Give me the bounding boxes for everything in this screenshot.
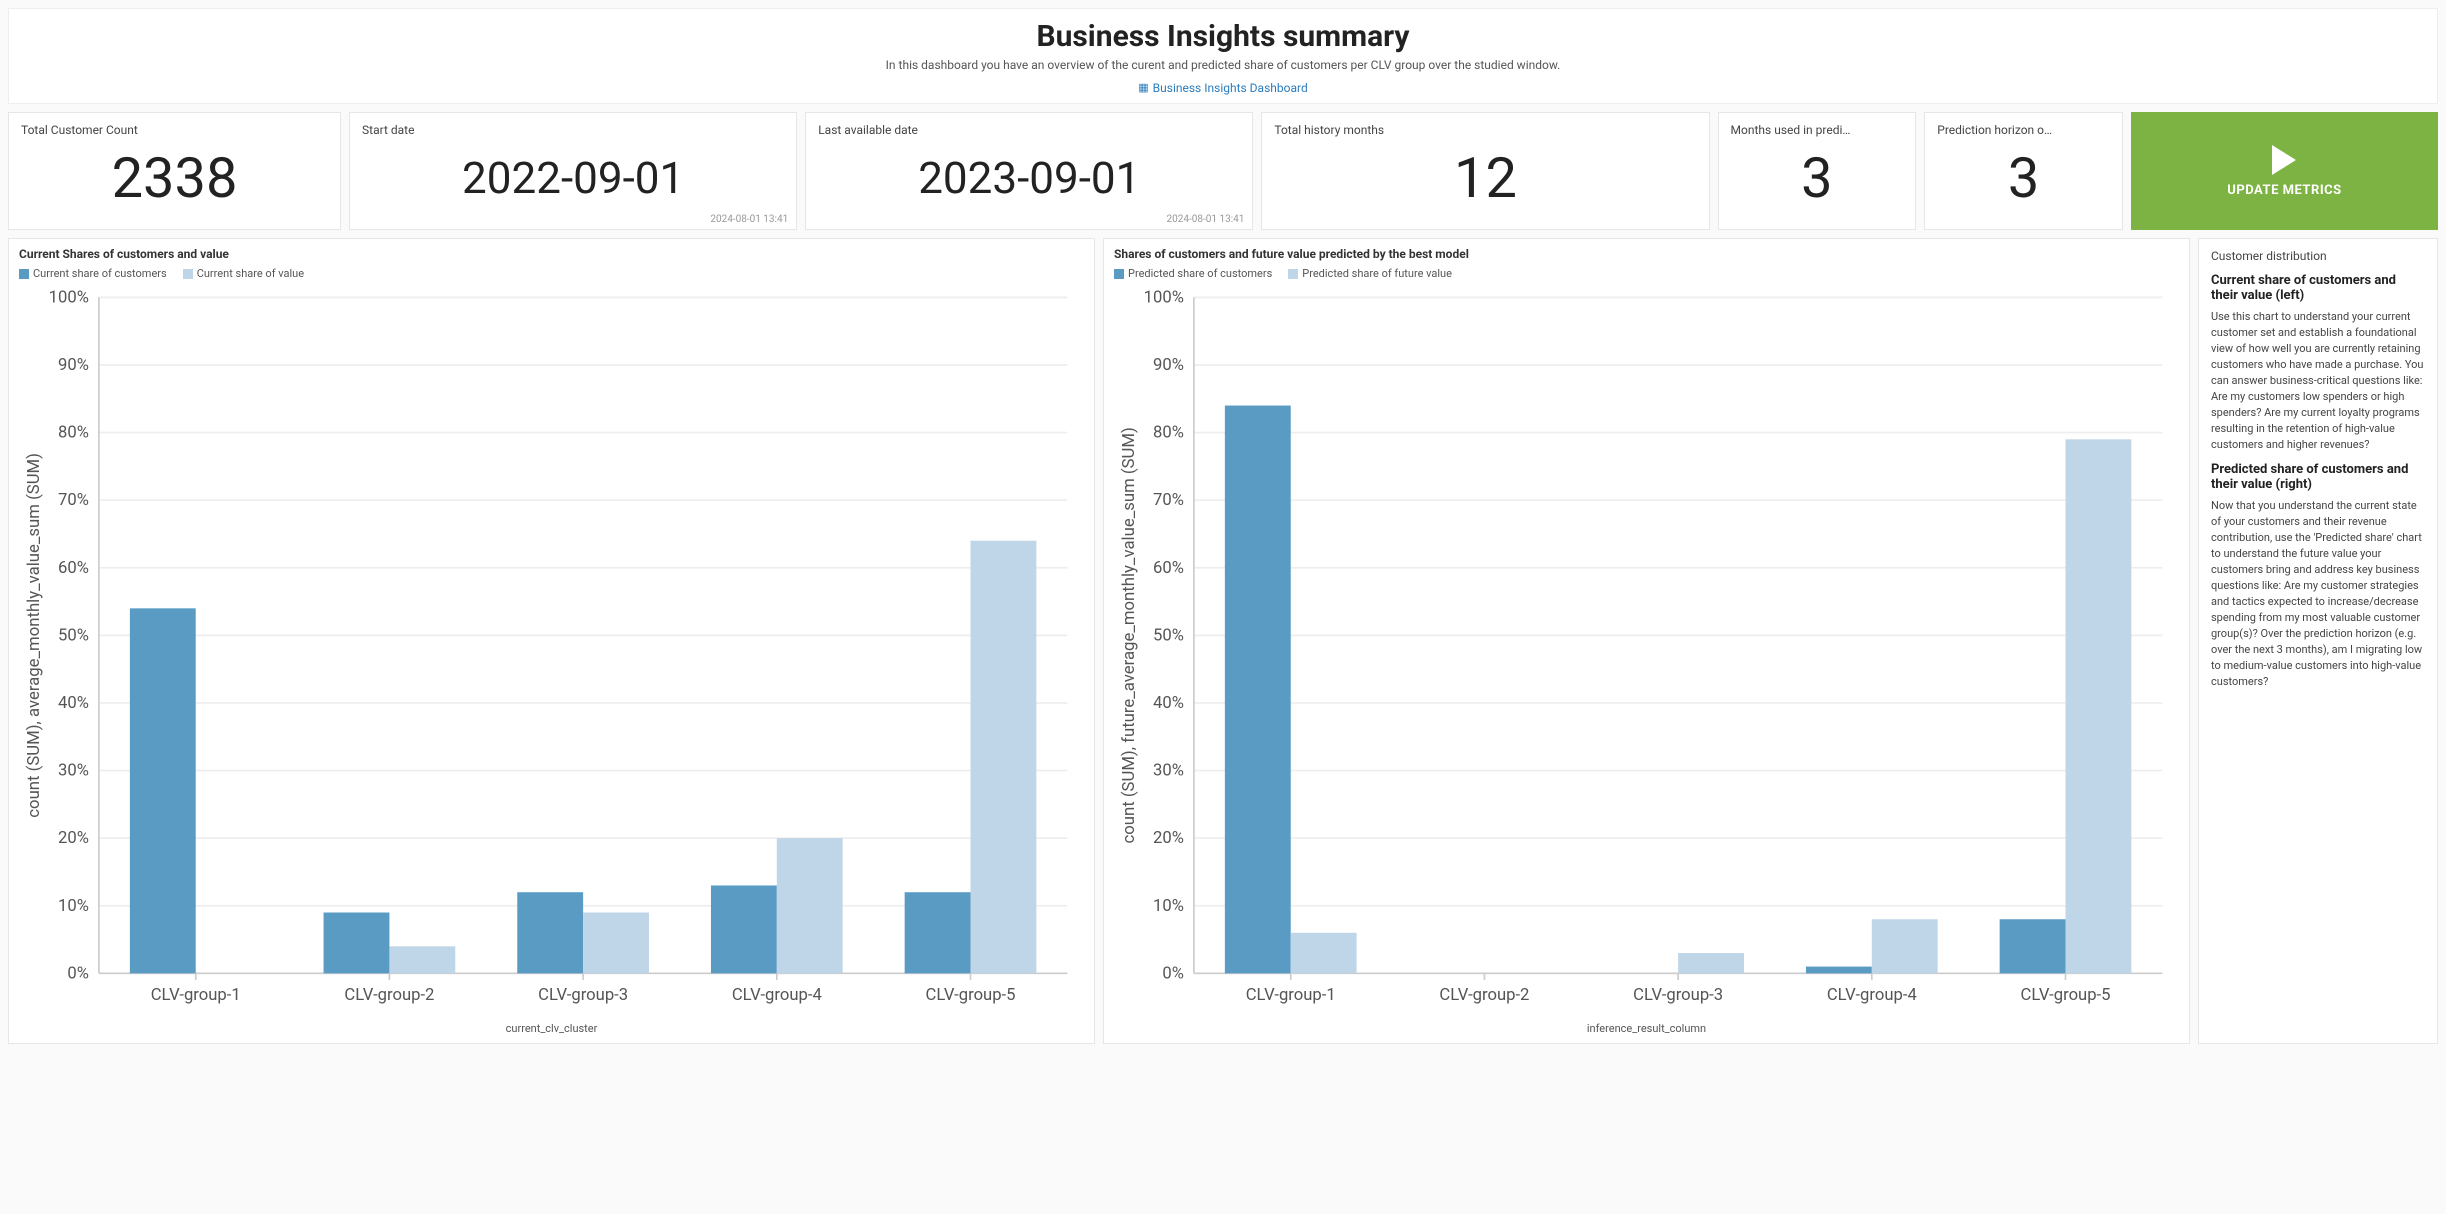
legend-swatch-icon	[1288, 269, 1298, 279]
page-title: Business Insights summary	[9, 19, 2437, 54]
metric-value: 2022-09-01	[362, 137, 784, 219]
metric-title: Total Customer Count	[21, 123, 328, 137]
legend-swatch-icon	[19, 269, 29, 279]
svg-text:CLV-group-5: CLV-group-5	[2021, 986, 2111, 1005]
svg-text:90%: 90%	[1153, 356, 1184, 375]
metric-start-date: Start date 2022-09-01 2024-08-01 13:41	[349, 112, 797, 230]
svg-text:CLV-group-4: CLV-group-4	[1827, 986, 1917, 1005]
svg-text:CLV-group-2: CLV-group-2	[344, 986, 434, 1005]
chart-title: Shares of customers and future value pre…	[1114, 247, 2179, 261]
dashboard-header: Business Insights summary In this dashbo…	[8, 8, 2438, 104]
metric-value: 3	[1937, 137, 2110, 219]
svg-text:CLV-group-3: CLV-group-3	[1633, 986, 1723, 1005]
svg-text:50%: 50%	[1153, 626, 1184, 645]
metric-timestamp: 2024-08-01 13:41	[710, 214, 788, 225]
page-subtitle: In this dashboard you have an overview o…	[9, 58, 2437, 72]
side-para-predicted: Now that you understand the current stat…	[2211, 498, 2425, 689]
svg-text:CLV-group-3: CLV-group-3	[538, 986, 628, 1005]
update-metrics-label: UPDATE METRICS	[2227, 183, 2341, 198]
svg-text:20%: 20%	[1153, 829, 1184, 848]
metric-title: Last available date	[818, 123, 1240, 137]
metric-months-used-prediction: Months used in predi… 3	[1718, 112, 1917, 230]
svg-text:60%: 60%	[1153, 559, 1184, 578]
svg-text:CLV-group-1: CLV-group-1	[151, 986, 241, 1005]
svg-text:70%: 70%	[58, 491, 89, 510]
svg-text:70%: 70%	[1153, 491, 1184, 510]
svg-text:80%: 80%	[58, 424, 89, 443]
legend-swatch-icon	[183, 269, 193, 279]
dashboard-link[interactable]: Business Insights Dashboard	[1153, 81, 1308, 95]
metric-total-customer-count: Total Customer Count 2338	[8, 112, 341, 230]
metric-last-available-date: Last available date 2023-09-01 2024-08-0…	[805, 112, 1253, 230]
svg-text:CLV-group-5: CLV-group-5	[926, 986, 1016, 1005]
svg-text:20%: 20%	[58, 829, 89, 848]
play-icon	[2272, 145, 2296, 175]
chart-title: Current Shares of customers and value	[19, 247, 1084, 261]
svg-text:90%: 90%	[58, 356, 89, 375]
chart-legend: Predicted share of customers Predicted s…	[1114, 267, 2179, 280]
legend-label: Current share of customers	[33, 267, 167, 280]
customer-distribution-panel: Customer distribution Current share of c…	[2198, 238, 2438, 1044]
legend-swatch-icon	[1114, 269, 1124, 279]
side-heading-current: Current share of customers and their val…	[2211, 273, 2425, 303]
side-para-current: Use this chart to understand your curren…	[2211, 309, 2425, 452]
svg-text:count (SUM), average_monthly_v: count (SUM), average_monthly_value_sum (…	[25, 453, 44, 818]
side-heading-predicted: Predicted share of customers and their v…	[2211, 462, 2425, 492]
svg-text:80%: 80%	[1153, 424, 1184, 443]
legend-label: Current share of value	[197, 267, 304, 280]
svg-text:40%: 40%	[1153, 694, 1184, 713]
chart-plot-area: 0% 10% 20% 30% 40% 50% 60% 70% 80% 90% 100% count (…	[1114, 284, 2179, 1020]
metric-prediction-horizon: Prediction horizon o… 3	[1924, 112, 2123, 230]
metrics-row: Total Customer Count 2338 Start date 202…	[8, 112, 2438, 230]
chart-current-shares: Current Shares of customers and value Cu…	[8, 238, 1095, 1044]
svg-text:CLV-group-4: CLV-group-4	[732, 986, 822, 1005]
svg-text:50%: 50%	[58, 626, 89, 645]
metric-title: Prediction horizon o…	[1937, 123, 2110, 137]
chart-predicted-shares: Shares of customers and future value pre…	[1103, 238, 2190, 1044]
x-axis-label: inference_result_column	[1114, 1020, 2179, 1035]
svg-text:40%: 40%	[58, 694, 89, 713]
x-axis-label: current_clv_cluster	[19, 1020, 1084, 1035]
update-metrics-button[interactable]: UPDATE METRICS	[2131, 112, 2438, 230]
svg-text:60%: 60%	[58, 559, 89, 578]
metric-title: Months used in predi…	[1731, 123, 1904, 137]
svg-text:100%: 100%	[49, 288, 89, 307]
chart-legend: Current share of customers Current share…	[19, 267, 1084, 280]
metric-title: Start date	[362, 123, 784, 137]
svg-text:0%: 0%	[67, 964, 89, 983]
svg-text:count (SUM), future_average_mo: count (SUM), future_average_monthly_valu…	[1120, 427, 1139, 843]
metric-title: Total history months	[1274, 123, 1696, 137]
svg-text:100%: 100%	[1144, 288, 1184, 307]
svg-text:30%: 30%	[58, 762, 89, 781]
charts-row: Current Shares of customers and value Cu…	[8, 238, 2438, 1044]
metric-total-history-months: Total history months 12	[1261, 112, 1709, 230]
svg-text:30%: 30%	[1153, 762, 1184, 781]
dashboard-icon: ▦	[1138, 81, 1148, 94]
metric-value: 3	[1731, 137, 1904, 219]
metric-value: 2338	[21, 137, 328, 219]
svg-text:CLV-group-2: CLV-group-2	[1439, 986, 1529, 1005]
metric-value: 12	[1274, 137, 1696, 219]
panel-title: Customer distribution	[2211, 249, 2425, 263]
chart-plot-area: 0% 10% 20% 30% 40% 50% 60% 70% 80% 90% 100% count (…	[19, 284, 1084, 1020]
svg-text:10%: 10%	[1153, 897, 1184, 916]
legend-label: Predicted share of customers	[1128, 267, 1272, 280]
svg-text:10%: 10%	[58, 897, 89, 916]
metric-timestamp: 2024-08-01 13:41	[1167, 214, 1245, 225]
svg-text:CLV-group-1: CLV-group-1	[1246, 986, 1336, 1005]
legend-label: Predicted share of future value	[1302, 267, 1452, 280]
svg-text:0%: 0%	[1162, 964, 1184, 983]
metric-value: 2023-09-01	[818, 137, 1240, 219]
